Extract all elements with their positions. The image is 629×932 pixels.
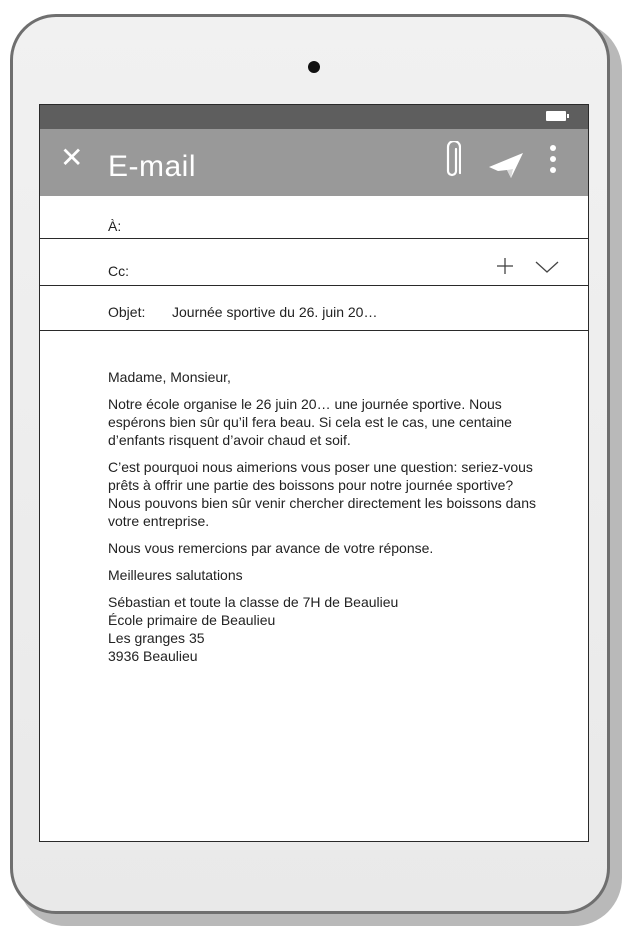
camera-icon	[308, 61, 320, 73]
chevron-down-icon[interactable]	[534, 260, 560, 274]
to-field[interactable]: À:	[40, 196, 588, 239]
signature: Sébastian et toute la classe de 7H de Be…	[108, 593, 540, 665]
message-body[interactable]: Madame, Monsieur, Notre école organise l…	[40, 331, 588, 665]
more-vertical-icon[interactable]	[549, 144, 557, 174]
app-bar: ✕ E-mail	[40, 129, 588, 196]
to-label: À:	[108, 218, 122, 234]
close-icon[interactable]: ✕	[60, 143, 83, 173]
battery-icon	[546, 111, 569, 121]
plus-icon[interactable]	[494, 255, 516, 277]
signature-line: École primaire de Beaulieu	[108, 612, 276, 628]
cc-field[interactable]: Cc:	[40, 239, 588, 286]
status-bar	[40, 105, 588, 129]
signature-line: Sébastian et toute la classe de 7H de Be…	[108, 594, 399, 610]
body-paragraph-1: Notre école organise le 26 juin 20… une …	[108, 396, 512, 448]
subject-value[interactable]: Journée sportive du 26. juin 20…	[172, 304, 377, 320]
subject-label: Objet:	[108, 304, 146, 320]
page-title: E-mail	[108, 150, 197, 183]
closing: Meilleures salutations	[108, 567, 243, 583]
email-screen: ✕ E-mail À: Cc: Objet: Journée sportive …	[39, 104, 589, 842]
signature-line: 3936 Beaulieu	[108, 648, 198, 664]
body-paragraph-3: Nous vous remercions par avance de votre…	[108, 540, 434, 556]
signature-line: Les granges 35	[108, 630, 205, 646]
cc-label: Cc:	[108, 263, 129, 279]
greeting: Madame, Monsieur,	[108, 369, 231, 385]
paperclip-icon[interactable]	[445, 141, 461, 181]
body-paragraph-2: C’est pourquoi nous aimerions vous poser…	[108, 459, 537, 529]
subject-field[interactable]: Objet: Journée sportive du 26. juin 20…	[40, 286, 588, 331]
send-icon[interactable]	[487, 151, 525, 179]
